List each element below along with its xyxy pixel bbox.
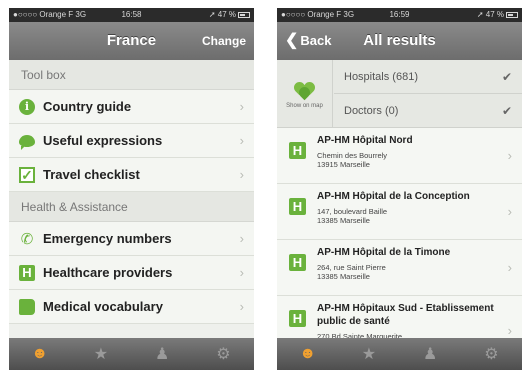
tab-home-globe-icon[interactable]: ☻ bbox=[277, 338, 338, 370]
result-name: AP-HM Hôpitaux Sud - Etablissement publi… bbox=[317, 303, 494, 327]
menu-item-healthcare-providers[interactable]: H Healthcare providers › bbox=[9, 256, 254, 290]
navigation-bar: France Change bbox=[9, 22, 254, 60]
section-header-health: Health & Assistance bbox=[9, 192, 254, 222]
battery-label: ➚ 47 % bbox=[208, 10, 236, 19]
filter-label: Hospitals (681) bbox=[344, 71, 418, 83]
menu-item-emergency-numbers[interactable]: ✆ Emergency numbers › bbox=[9, 222, 254, 256]
tab-home-globe-icon[interactable]: ☻ bbox=[9, 338, 70, 370]
result-address: 264, rue Saint Pierre 13385 Marseille bbox=[317, 263, 498, 281]
chevron-right-icon: › bbox=[239, 132, 244, 148]
filter-doctors[interactable]: Doctors (0) ✔ bbox=[334, 94, 522, 128]
tab-bar: ☻ ★ ♟ ⚙ bbox=[9, 338, 254, 370]
result-city: 13385 Marseille bbox=[317, 216, 370, 225]
tab-settings-gear-icon[interactable]: ⚙ bbox=[461, 338, 522, 370]
chevron-right-icon: › bbox=[507, 322, 512, 338]
result-city: 13915 Marseille bbox=[317, 160, 370, 169]
tab-profile-user-icon[interactable]: ♟ bbox=[400, 338, 461, 370]
change-button[interactable]: Change bbox=[202, 22, 246, 60]
book-icon bbox=[19, 298, 35, 315]
hospital-h-icon: H bbox=[289, 310, 306, 327]
info-icon: i bbox=[19, 98, 35, 115]
battery-icon bbox=[238, 11, 250, 18]
filter-label: Doctors (0) bbox=[344, 105, 399, 117]
hospital-h-icon: H bbox=[289, 198, 306, 215]
result-name: AP-HM Hôpital de la Timone bbox=[317, 247, 451, 258]
map-pins-icon bbox=[291, 79, 317, 100]
hospital-h-icon: H bbox=[289, 142, 306, 159]
result-row[interactable]: H AP-HM Hôpital de la Conception 147, bo… bbox=[277, 184, 522, 240]
show-on-map-label: Show on map bbox=[286, 102, 323, 109]
chevron-right-icon: › bbox=[239, 230, 244, 246]
checkbox-icon: ✓ bbox=[19, 166, 35, 183]
chevron-right-icon: › bbox=[239, 98, 244, 114]
checkmark-icon: ✔ bbox=[501, 104, 512, 118]
result-street: Chemin des Bourrely bbox=[317, 151, 388, 160]
result-name: AP-HM Hôpital de la Conception bbox=[317, 191, 470, 202]
status-bar: ●○○○○ Orange F 3G 16:59 ➚ 47 % bbox=[277, 8, 522, 22]
result-row[interactable]: H AP-HM Hôpital de la Timone 264, rue Sa… bbox=[277, 240, 522, 296]
phone-screen-results: ●○○○○ Orange F 3G 16:59 ➚ 47 % ❮ Back All… bbox=[277, 8, 522, 370]
menu-item-label: Medical vocabulary bbox=[43, 299, 163, 314]
menu-item-label: Emergency numbers bbox=[43, 231, 172, 246]
result-address: 147, boulevard Baille 13385 Marseille bbox=[317, 207, 498, 225]
tab-settings-gear-icon[interactable]: ⚙ bbox=[193, 338, 254, 370]
menu-item-label: Useful expressions bbox=[43, 133, 163, 148]
result-street: 147, boulevard Baille bbox=[317, 207, 388, 216]
battery-indicator: ➚ 47 % bbox=[477, 8, 518, 22]
menu-item-travel-checklist[interactable]: ✓ Travel checklist › bbox=[9, 158, 254, 192]
filter-panel: Show on map Hospitals (681) ✔ Doctors (0… bbox=[277, 60, 522, 128]
tab-bar: ☻ ★ ♟ ⚙ bbox=[277, 338, 522, 370]
chevron-right-icon: › bbox=[507, 203, 512, 219]
tab-favorites-star-icon[interactable]: ★ bbox=[338, 338, 399, 370]
tab-profile-user-icon[interactable]: ♟ bbox=[132, 338, 193, 370]
result-street: 264, rue Saint Pierre bbox=[317, 263, 386, 272]
section-header-toolbox: Tool box bbox=[9, 60, 254, 90]
menu-item-label: Healthcare providers bbox=[43, 265, 173, 280]
menu-item-medical-vocabulary[interactable]: Medical vocabulary › bbox=[9, 290, 254, 324]
phone-icon: ✆ bbox=[20, 230, 34, 248]
status-bar: ●○○○○ Orange F 3G 16:58 ➚ 47 % bbox=[9, 8, 254, 22]
checkmark-icon: ✔ bbox=[501, 70, 512, 84]
menu-item-label: Travel checklist bbox=[43, 167, 140, 182]
menu-item-useful-expressions[interactable]: Useful expressions › bbox=[9, 124, 254, 158]
menu-item-label: Country guide bbox=[43, 99, 132, 114]
chevron-right-icon: › bbox=[507, 259, 512, 275]
battery-indicator: ➚ 47 % bbox=[209, 8, 250, 22]
hospital-h-icon: H bbox=[289, 254, 306, 271]
menu-item-country-guide[interactable]: i Country guide › bbox=[9, 90, 254, 124]
navigation-bar: ❮ Back All results bbox=[277, 22, 522, 60]
phone-screen-home: ●○○○○ Orange F 3G 16:58 ➚ 47 % France Ch… bbox=[9, 8, 254, 370]
chevron-right-icon: › bbox=[507, 147, 512, 163]
page-title: All results bbox=[363, 32, 436, 49]
chevron-right-icon: › bbox=[239, 166, 244, 182]
speech-bubble-icon bbox=[19, 134, 35, 150]
result-city: 13385 Marseille bbox=[317, 272, 370, 281]
tab-favorites-star-icon[interactable]: ★ bbox=[70, 338, 131, 370]
result-name: AP-HM Hôpital Nord bbox=[317, 135, 413, 146]
show-on-map-button[interactable]: Show on map bbox=[277, 60, 333, 128]
result-row[interactable]: H AP-HM Hôpital Nord Chemin des Bourrely… bbox=[277, 128, 522, 184]
chevron-right-icon: › bbox=[239, 298, 244, 314]
hospital-h-icon: H bbox=[19, 264, 35, 281]
result-address: Chemin des Bourrely 13915 Marseille bbox=[317, 151, 498, 169]
battery-icon bbox=[506, 11, 518, 18]
battery-label: ➚ 47 % bbox=[476, 10, 504, 19]
filter-hospitals[interactable]: Hospitals (681) ✔ bbox=[334, 60, 522, 94]
chevron-right-icon: › bbox=[239, 264, 244, 280]
